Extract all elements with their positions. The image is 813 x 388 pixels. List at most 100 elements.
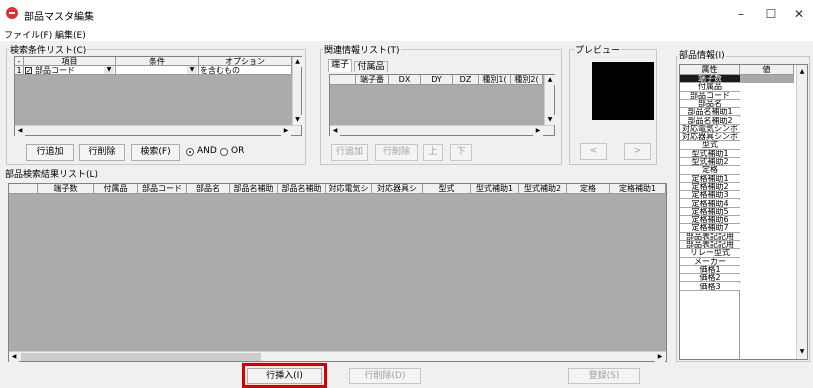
attr-row[interactable]: 部品表記記用 <box>680 232 740 241</box>
search-conditions-label: 検索条件リスト(C) <box>9 43 88 56</box>
selected-value-cell[interactable] <box>740 75 794 83</box>
move-down-button[interactable]: 下 <box>450 144 472 161</box>
attr-row[interactable]: メーカー <box>680 257 740 266</box>
add-condition-row-button[interactable]: 行追加 <box>26 144 74 161</box>
horizontal-scrollbar[interactable]: ◀ ▶ <box>15 125 301 136</box>
window-title: 部品マスタ編集 <box>24 12 94 23</box>
part-info-grid[interactable]: 属性 値 端子数 付属品 部品コード 部品名 部品名補助1 部品名補助2 対応電… <box>679 64 808 360</box>
attr-row[interactable]: 定格補助1 <box>680 174 740 183</box>
related-info-label: 関連情報リスト(T) <box>323 43 401 56</box>
search-conditions-grid[interactable]: - 項目 条件 オプション 1 ✓ 部品コード ▼ ▼ を含むもの ▲ ▼ ◀ … <box>14 56 302 136</box>
or-label: OR <box>231 146 245 156</box>
vertical-scrollbar[interactable]: ▲ ▼ <box>796 65 807 359</box>
related-delete-row-button[interactable]: 行削除 <box>375 144 418 161</box>
menu-bar: ファイル(F) 編集(E) <box>0 27 813 41</box>
move-up-button[interactable]: 上 <box>423 144 443 161</box>
scroll-down-icon[interactable]: ▼ <box>797 347 807 357</box>
attr-row[interactable]: 部品名 <box>680 99 740 109</box>
attr-row[interactable]: リレー型式 <box>680 249 740 258</box>
col-header-part-name: 部品名 <box>187 184 230 194</box>
horizontal-scrollbar[interactable]: ◀ ▶ <box>9 351 666 362</box>
scroll-down-icon[interactable]: ▼ <box>545 115 555 125</box>
col-header-dx: DX <box>389 75 421 85</box>
highlight-box <box>242 363 327 388</box>
attr-row[interactable]: 付属品 <box>680 83 740 92</box>
and-radio[interactable] <box>186 148 194 156</box>
attr-row[interactable]: 定格補助5 <box>680 207 740 217</box>
scroll-right-icon[interactable]: ▶ <box>533 126 543 136</box>
attr-row[interactable]: 定格補助7 <box>680 224 740 233</box>
title-bar: 部品マスタ編集 – ☐ ✕ <box>0 0 813 27</box>
related-info-grid[interactable]: 端子番 DX DY DZ 種別1( 種別2( ▲ ▼ ◀ ▶ <box>329 74 555 136</box>
col-header-item: 項目 <box>24 57 116 66</box>
col-header-value: 値 <box>740 65 794 75</box>
scroll-left-icon[interactable]: ◀ <box>330 126 340 136</box>
attr-row[interactable]: 定格補助3 <box>680 191 740 200</box>
scroll-up-icon[interactable]: ▲ <box>293 57 302 67</box>
option-value: を含むもの <box>200 66 240 75</box>
tab-terminals[interactable]: 端子 <box>328 59 352 72</box>
attr-row[interactable]: 型式補助1 <box>680 149 740 158</box>
value-column[interactable] <box>740 75 794 359</box>
vertical-scrollbar[interactable]: ▲ ▼ <box>292 57 302 125</box>
minimize-button[interactable]: – <box>726 4 756 24</box>
attr-row[interactable]: 型式補助2 <box>680 158 740 167</box>
close-button[interactable]: ✕ <box>784 4 813 24</box>
menu-file[interactable]: ファイル(F) <box>4 28 52 41</box>
attr-row[interactable]: 型式 <box>680 141 740 150</box>
col-header-part-name-aux1: 部品名補助 <box>230 184 278 194</box>
scroll-right-icon[interactable]: ▶ <box>281 126 291 136</box>
attr-row[interactable]: 部品名補助1 <box>680 108 740 117</box>
attr-row[interactable]: 定格補助2 <box>680 182 740 192</box>
maximize-button[interactable]: ☐ <box>756 4 786 24</box>
option-dropdown[interactable]: を含むもの <box>199 66 292 75</box>
col-header-model-aux2: 型式補助2 <box>519 184 567 194</box>
part-info-label: 部品情報(I) <box>678 48 726 61</box>
preview-canvas <box>592 62 654 120</box>
attr-row[interactable]: 定格 <box>680 166 740 175</box>
col-header-attribute: 属性 <box>680 65 740 75</box>
chevron-down-icon[interactable]: ▼ <box>187 66 197 74</box>
chevron-down-icon[interactable]: ▼ <box>104 66 114 74</box>
menu-edit[interactable]: 編集(E) <box>55 28 86 41</box>
attr-row[interactable]: 価格1 <box>680 265 740 275</box>
search-results-label: 部品検索結果リスト(L) <box>4 167 100 180</box>
scroll-thumb[interactable] <box>21 353 261 361</box>
scroll-up-icon[interactable]: ▲ <box>797 67 807 77</box>
attr-row[interactable]: 対応器具シンボ <box>680 133 740 142</box>
attr-row[interactable]: 価格2 <box>680 274 740 283</box>
row-enabled-checkbox[interactable]: ✓ <box>25 67 32 75</box>
search-results-grid[interactable]: 端子数 付属品 部品コード 部品名 部品名補助 部品名補助 対応電気シ 対応器具… <box>8 183 667 362</box>
preview-prev-button[interactable]: < <box>580 143 607 160</box>
register-button[interactable]: 登録(S) <box>568 368 640 384</box>
delete-condition-row-button[interactable]: 行削除 <box>79 144 125 161</box>
horizontal-scrollbar[interactable]: ◀ ▶ <box>330 125 554 136</box>
preview-next-button[interactable]: > <box>624 143 651 160</box>
attr-row-selected[interactable]: 端子数 <box>680 75 740 84</box>
condition-dropdown[interactable]: ▼ <box>116 66 199 75</box>
scroll-left-icon[interactable]: ◀ <box>15 126 25 136</box>
tab-accessories[interactable]: 付属品 <box>354 61 388 72</box>
attr-row[interactable]: 対応電気シンボ <box>680 124 740 134</box>
related-add-row-button[interactable]: 行追加 <box>331 144 368 161</box>
col-header-dy: DY <box>421 75 453 85</box>
attr-row[interactable]: 定格補助4 <box>680 199 740 208</box>
col-header-part-code: 部品コード <box>138 184 187 194</box>
attr-row[interactable]: 定格補助6 <box>680 216 740 225</box>
search-button[interactable]: 検索(F) <box>131 144 180 161</box>
scroll-up-icon[interactable]: ▲ <box>545 75 555 85</box>
col-header-model: 型式 <box>423 184 471 194</box>
attr-row[interactable]: 部品表記記用 <box>680 241 740 250</box>
attr-row[interactable]: 部品名補助2 <box>680 116 740 125</box>
item-dropdown[interactable]: ✓ 部品コード ▼ <box>24 66 116 75</box>
attr-row[interactable]: 部品コード <box>680 91 740 100</box>
attr-row[interactable]: 価格3 <box>680 282 740 291</box>
col-header-rating-aux1: 定格補助1 <box>610 184 666 194</box>
scroll-right-icon[interactable]: ▶ <box>655 352 665 362</box>
scroll-left-icon[interactable]: ◀ <box>9 352 19 362</box>
and-label: AND <box>197 146 217 156</box>
or-radio[interactable] <box>220 148 228 156</box>
scroll-down-icon[interactable]: ▼ <box>293 115 302 125</box>
delete-result-row-button[interactable]: 行削除(D) <box>349 368 421 384</box>
vertical-scrollbar[interactable]: ▲ ▼ <box>544 75 555 125</box>
